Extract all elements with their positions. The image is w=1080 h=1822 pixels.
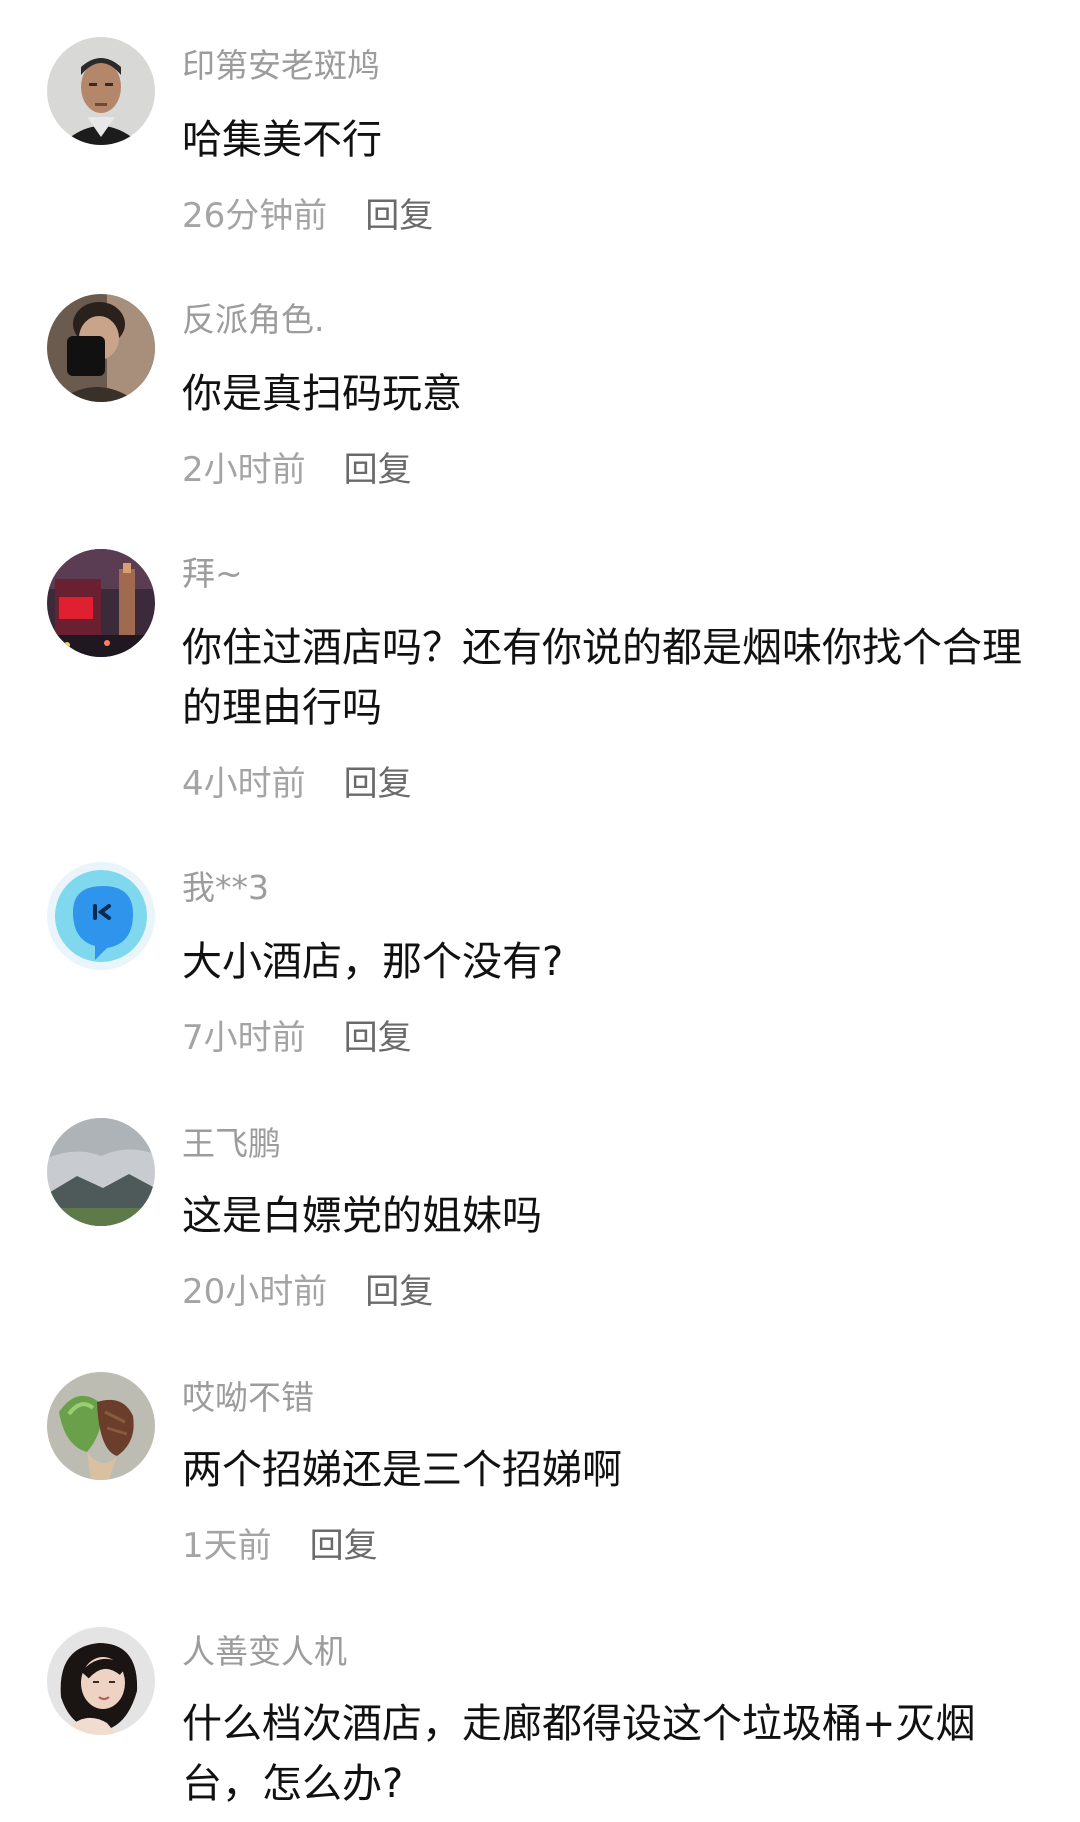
reply-button[interactable]: 回复 [310, 1526, 378, 1566]
reply-button[interactable]: 回复 [344, 764, 412, 804]
avatar-blue-blob-icon[interactable] [47, 862, 155, 970]
reply-button[interactable]: 回复 [344, 1018, 412, 1058]
reply-button[interactable]: 回复 [344, 450, 412, 490]
comment-text: 大小酒店，那个没有? [182, 939, 564, 985]
username[interactable]: 印第安老斑鸠 [182, 46, 380, 86]
avatar-food-icon[interactable] [47, 1372, 155, 1480]
avatar-mountain-landscape-icon[interactable] [47, 1118, 155, 1226]
comment-meta: 1天前 回复 [182, 1526, 378, 1566]
comment-list: 印第安老斑鸠 哈集美不行 26分钟前 回复 反派角色. 你是真扫码玩意 2小时前回… [0, 0, 1080, 1822]
timestamp: 7小时前 [182, 1018, 306, 1058]
comment-text: 你住过酒店吗？还有你说的都是烟味你找个合理的理由行吗 [182, 625, 1022, 731]
username[interactable]: 人善变人机 [182, 1632, 347, 1672]
comment-text: 你是真扫码玩意 [182, 371, 462, 417]
timestamp: 4小时前 [182, 764, 306, 804]
reply-button[interactable]: 回复 [365, 1272, 433, 1312]
username[interactable]: 哎呦不错 [182, 1378, 314, 1418]
username[interactable]: 拜~ [182, 554, 243, 594]
avatar-night-city-icon[interactable] [47, 549, 155, 657]
username[interactable]: 王飞鹏 [182, 1124, 281, 1164]
comment-text: 什么档次酒店，走廊都得设这个垃圾桶+灭烟台，怎么办? [182, 1701, 976, 1807]
comment-meta: 2小时前 回复 [182, 450, 412, 490]
timestamp: 2小时前 [182, 450, 306, 490]
username[interactable]: 我**3 [182, 868, 269, 908]
avatar-woman-portrait-icon[interactable] [47, 1627, 155, 1735]
comment-meta: 20小时前 回复 [182, 1272, 433, 1312]
comment-text: 这是白嫖党的姐妹吗 [182, 1193, 542, 1239]
comment-meta: 26分钟前 回复 [182, 196, 433, 236]
avatar-mirror-selfie-icon[interactable] [47, 294, 155, 402]
username[interactable]: 反派角色. [182, 300, 325, 340]
timestamp: 1天前 [182, 1526, 272, 1566]
comment-text: 哈集美不行 [182, 117, 382, 163]
timestamp: 26分钟前 [182, 196, 328, 236]
avatar-man-portrait-icon[interactable] [47, 37, 155, 145]
comment-meta: 4小时前 回复 [182, 764, 412, 804]
comment-meta: 7小时前 回复 [182, 1018, 412, 1058]
reply-button[interactable]: 回复 [365, 196, 433, 236]
timestamp: 20小时前 [182, 1272, 328, 1312]
comment-text: 两个招娣还是三个招娣啊 [182, 1447, 622, 1493]
